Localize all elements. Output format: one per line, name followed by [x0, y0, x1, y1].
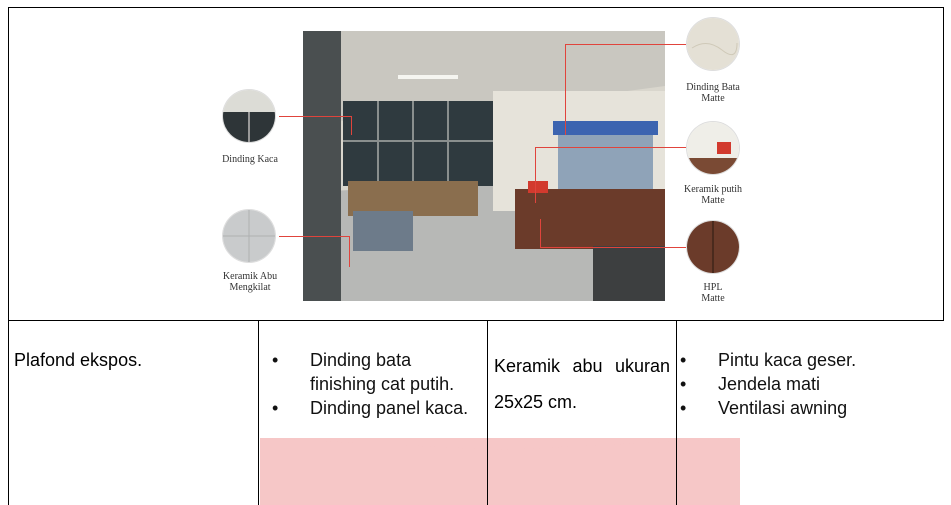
- label-keramik-abu: Keramik Abu Mengkilat: [222, 271, 278, 293]
- cell-bukaan-list: • Pintu kaca geser. • Jendela mati • Ventil…: [674, 348, 944, 420]
- bullet-icon: •: [680, 398, 687, 418]
- pink-watermark-notch: [260, 438, 740, 450]
- cell-plafond: Plafond ekspos.: [14, 350, 143, 370]
- list-item: • Pintu kaca geser.: [674, 348, 944, 372]
- list-item: • Dinding bata finishing cat putih.: [266, 348, 481, 396]
- bullet-icon: •: [680, 350, 687, 370]
- bullet-icon: •: [272, 398, 279, 418]
- cell-keramik: Keramik abu ukuran 25x25 cm.: [494, 356, 670, 412]
- keramik-abu-swatch: [223, 210, 275, 262]
- column-divider-1: [258, 320, 259, 505]
- list-item-text: Dinding bata finishing cat putih.: [310, 350, 455, 394]
- list-item-text: Jendela mati: [718, 374, 821, 394]
- column-divider-2: [487, 320, 488, 505]
- list-item: • Dinding panel kaca.: [266, 396, 481, 420]
- list-item-text: Pintu kaca geser.: [718, 350, 857, 370]
- bullet-icon: •: [680, 374, 687, 394]
- callout-line-dinding-kaca: [279, 116, 352, 135]
- table-row-divider: [8, 320, 944, 321]
- cell-dinding-list: • Dinding bata finishing cat putih. • Dind…: [266, 348, 481, 420]
- label-dinding-kaca: Dinding Kaca: [222, 154, 278, 165]
- label-dinding-bata: Dinding Bata Matte: [686, 82, 740, 104]
- list-item: • Jendela mati: [674, 372, 944, 396]
- callout-line-hpl: [540, 219, 686, 248]
- table-right-border: [943, 7, 944, 321]
- list-item-text: Dinding panel kaca.: [310, 398, 469, 418]
- label-keramik-putih: Keramik putih Matte: [683, 184, 743, 206]
- dinding-bata-swatch: [687, 18, 739, 70]
- dinding-kaca-swatch: [223, 90, 275, 142]
- keramik-putih-swatch: [687, 122, 739, 174]
- bullet-icon: •: [272, 350, 279, 370]
- callout-line-keramik-abu: [279, 236, 350, 267]
- hpl-swatch: [687, 221, 739, 273]
- table-top-border: [8, 7, 944, 8]
- list-item-text: Ventilasi awning: [718, 398, 848, 418]
- table-left-border: [8, 7, 9, 505]
- material-figure: Dinding Kaca Keramik Abu Mengkilat Dindi…: [205, 14, 765, 304]
- list-item: • Ventilasi awning: [674, 396, 944, 420]
- label-hpl: HPL Matte: [701, 282, 725, 304]
